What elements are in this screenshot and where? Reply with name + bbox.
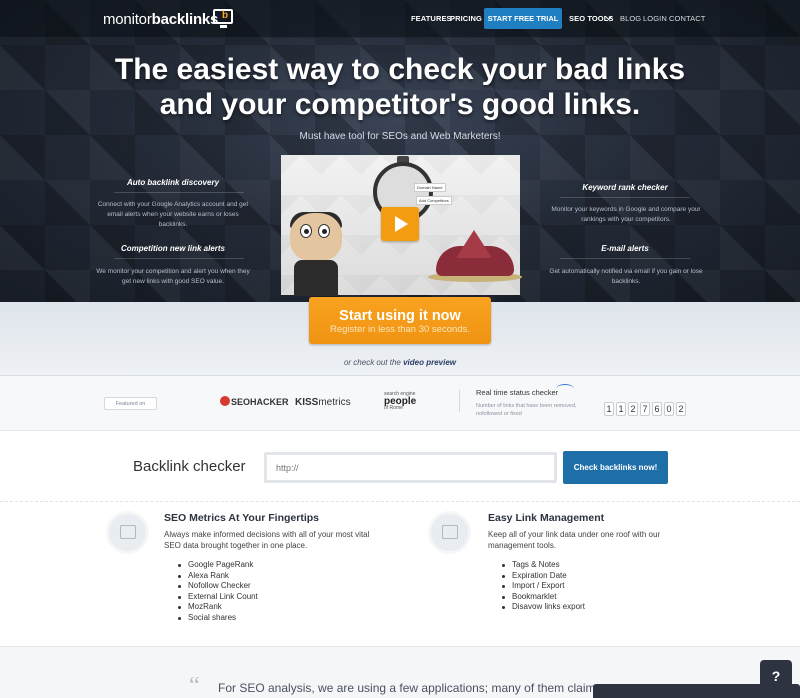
search-engine-people-logo[interactable]: search engine people of Rome: [384, 391, 416, 412]
metrics-chart-icon: [106, 511, 149, 554]
edit-icon: [428, 511, 471, 554]
top-nav: monitorbacklinks b FEATURES PRICING STAR…: [0, 0, 800, 38]
url-input[interactable]: [264, 452, 557, 483]
divider: [114, 258, 244, 259]
nav-login[interactable]: LOGIN: [643, 14, 667, 23]
testimonial-text: For SEO analysis, we are using a few app…: [218, 681, 596, 695]
seohacker-icon: [220, 396, 230, 406]
divider: [459, 390, 460, 412]
link-management-title: Easy Link Management: [488, 512, 605, 524]
logo[interactable]: monitorbacklinks: [103, 11, 218, 28]
video-tag-domain: Domain Name: [414, 183, 446, 192]
character-eye: [300, 224, 312, 238]
divider: [560, 197, 690, 198]
feature-title-email-alerts: E-mail alerts: [601, 244, 649, 253]
counter-digit: 1: [616, 402, 626, 416]
list-item: Alexa Rank: [176, 571, 258, 582]
video-preview-link[interactable]: video preview: [403, 358, 456, 367]
check-out-text: or check out the: [343, 358, 404, 367]
logo-part1: monitor: [103, 11, 152, 28]
counter-digit: 2: [628, 402, 638, 416]
list-item: Google PageRank: [176, 560, 258, 571]
hero-subhead: Must have tool for SEOs and Web Marketer…: [299, 131, 501, 142]
counter-digit: 0: [664, 402, 674, 416]
headline-line-1: The easiest way to check your bad links: [114, 53, 686, 86]
list-item: MozRank: [176, 602, 258, 613]
list-item: External Link Count: [176, 592, 258, 603]
list-item: Disavow links export: [500, 602, 585, 613]
list-item: Bookmarklet: [500, 592, 585, 603]
help-chat-icon[interactable]: ?: [760, 660, 792, 692]
seohacker-logo[interactable]: SEOHACKER: [220, 396, 289, 407]
feature-text-auto-discovery: Connect with your Google Analytics accou…: [97, 201, 249, 228]
seo-metrics-list: Google PageRank Alexa Rank Nofollow Chec…: [176, 560, 258, 623]
nav-pricing[interactable]: PRICING: [450, 14, 482, 23]
seo-metrics-desc: Always make informed decisions with all …: [164, 530, 370, 550]
real-time-status-desc: Number of links that have been removed, …: [476, 403, 577, 417]
play-icon[interactable]: [381, 207, 419, 241]
list-item: Import / Export: [500, 581, 585, 592]
nav-features[interactable]: FEATURES: [411, 14, 452, 23]
check-backlinks-button[interactable]: Check backlinks now!: [563, 451, 668, 484]
video-tag-competitors: Add Competitors: [416, 196, 452, 205]
feature-title-auto-discovery: Auto backlink discovery: [126, 178, 220, 187]
divider: [114, 192, 244, 193]
nav-blog[interactable]: BLOG: [620, 14, 641, 23]
list-item: Expiration Date: [500, 571, 585, 582]
cta-main-label: Start using it now: [339, 308, 461, 324]
feature-text-email-alerts: Get automatically notified via email if …: [549, 268, 703, 285]
headline-line-2: and your competitor's good links.: [159, 88, 641, 121]
counter-digit: 1: [604, 402, 614, 416]
character-illustration: [290, 213, 342, 261]
list-item: Nofollow Checker: [176, 581, 258, 592]
list-item: Social shares: [176, 613, 258, 624]
link-management-desc: Keep all of your link data under one roo…: [488, 530, 661, 550]
feature-text-competition-alerts: We monitor your competition and alert yo…: [96, 268, 250, 285]
quote-icon: “: [189, 673, 200, 698]
counter-digit: 6: [652, 402, 662, 416]
divider: [560, 258, 690, 259]
seo-metrics-title: SEO Metrics At Your Fingertips: [164, 512, 319, 524]
kissmetrics-logo[interactable]: KISSmetrics: [295, 397, 351, 408]
nav-contact[interactable]: CONTACT: [669, 14, 705, 23]
counter-digit: 7: [640, 402, 650, 416]
backlink-checker-title: Backlink checker: [133, 458, 246, 475]
featured-on-badge: Featured on: [104, 397, 157, 410]
divider: [0, 501, 800, 502]
counter-digit: 2: [676, 402, 686, 416]
start-using-button[interactable]: Start using it now Register in less than…: [309, 297, 491, 344]
link-management-list: Tags & Notes Expiration Date Import / Ex…: [500, 560, 585, 613]
character-eye: [318, 224, 330, 238]
feature-title-keyword-rank: Keyword rank checker: [582, 183, 668, 192]
link-counter: 1127602: [604, 399, 688, 417]
character-body: [294, 260, 338, 296]
curved-arrow-icon: [556, 384, 574, 394]
start-free-trial-button[interactable]: START FREE TRIAL: [484, 8, 562, 29]
cta-sub-label: Register in less than 30 seconds.: [330, 324, 470, 335]
logo-part2: backlinks: [151, 11, 219, 28]
real-time-status-title: Real time status checker: [476, 388, 559, 397]
feature-text-keyword-rank: Monitor your keywords in Google and comp…: [551, 206, 701, 223]
feature-title-competition-alerts: Competition new link alerts: [120, 244, 225, 253]
video-preview-line: or check out the video preview: [0, 358, 800, 367]
list-item: Tags & Notes: [500, 560, 585, 571]
hero-headline: The easiest way to check your bad links …: [0, 52, 800, 122]
monitor-logo-icon[interactable]: b: [213, 9, 233, 28]
